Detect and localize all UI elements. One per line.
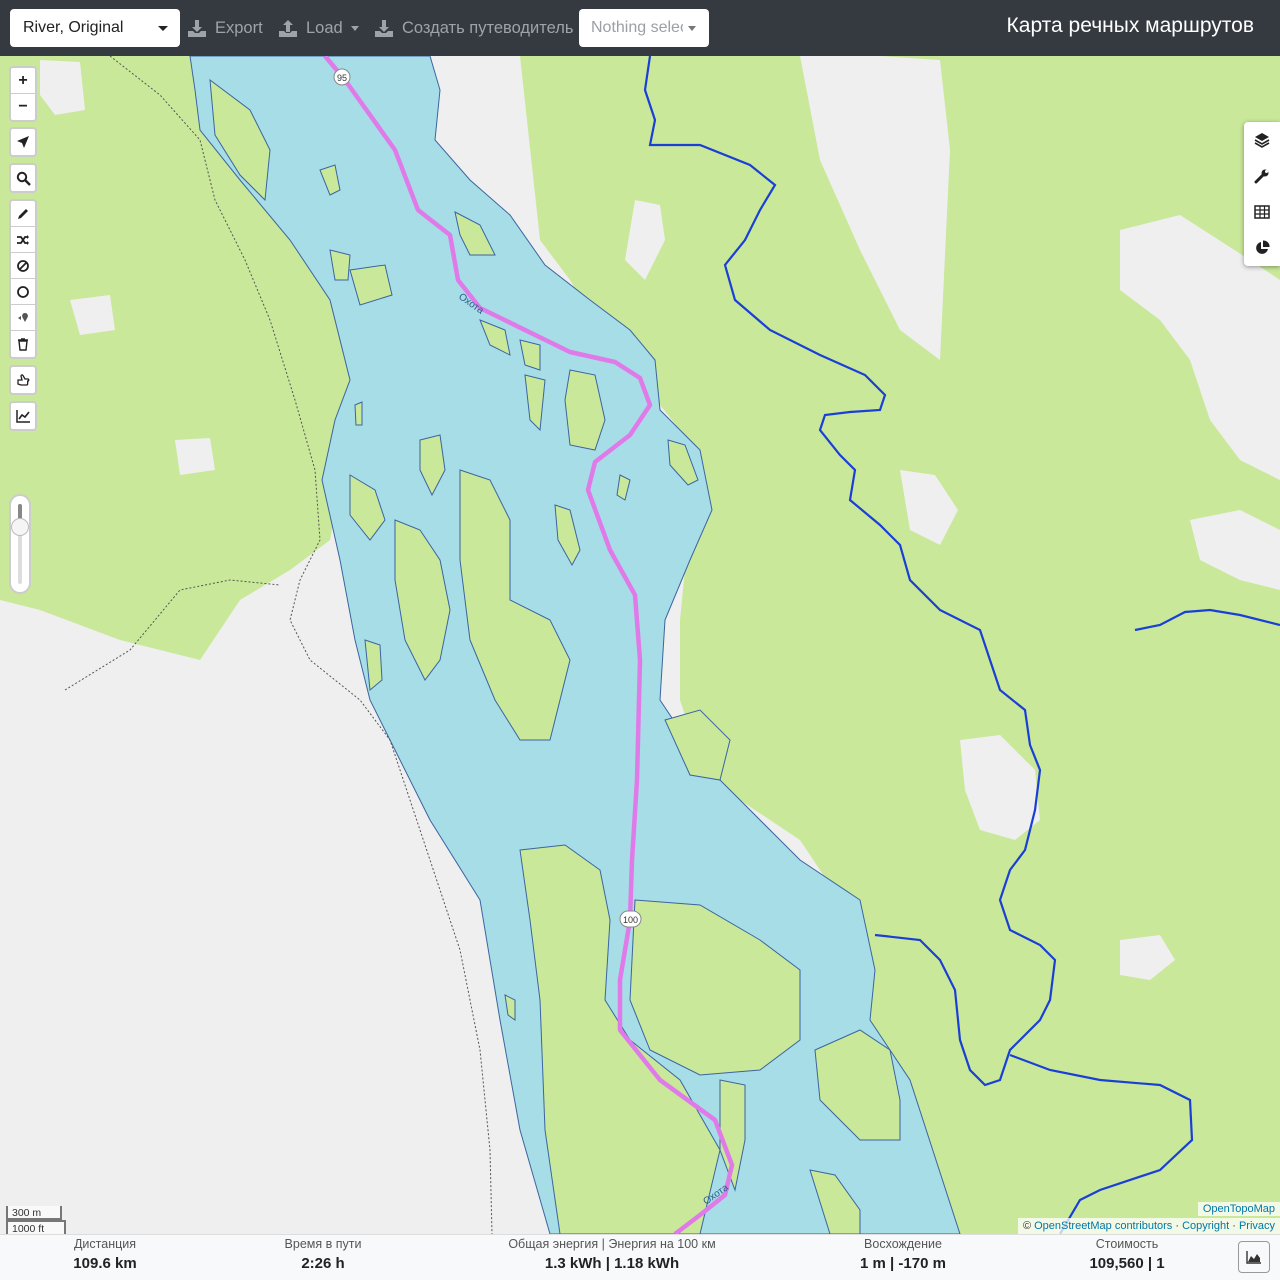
stat-distance: Дистанция 109.6 km xyxy=(55,1237,155,1272)
download-icon xyxy=(375,20,393,37)
top-navbar: River, Original Export Load Создать путе… xyxy=(0,0,1280,56)
chevron-down-icon xyxy=(158,26,168,31)
load-button[interactable]: Load xyxy=(278,12,359,44)
elevation-chart-toggle[interactable] xyxy=(1238,1241,1270,1273)
map-attribution: © OpenStreetMap contributors · Copyright… xyxy=(1017,1218,1280,1234)
stat-label: Время в пути xyxy=(284,1237,362,1251)
svg-text:100: 100 xyxy=(623,915,638,925)
scale-imperial: 1000 ft xyxy=(6,1220,66,1234)
stat-label: Стоимость xyxy=(1095,1237,1159,1251)
opacity-slider[interactable] xyxy=(9,494,31,594)
km-marker-95: 95 xyxy=(333,68,351,86)
stat-cost: Стоимость 109,560 | 1 xyxy=(1067,1237,1187,1272)
create-guide-label: Создать путеводитель xyxy=(402,18,574,37)
stat-value: 1.3 kWh | 1.18 kWh xyxy=(544,1255,680,1272)
slider-handle[interactable] xyxy=(11,518,29,536)
attrib-separator: · xyxy=(1172,1220,1183,1232)
download-icon xyxy=(188,20,206,37)
zoom-out-button[interactable]: − xyxy=(11,94,35,120)
elevation-control xyxy=(9,401,37,431)
right-sidebar-controls xyxy=(1244,122,1280,266)
route-select[interactable]: Nothing selected xyxy=(579,9,709,47)
stat-value: 109.6 km xyxy=(73,1255,137,1272)
search-control xyxy=(9,163,37,193)
pie-chart-icon xyxy=(1256,240,1270,254)
layers-icon xyxy=(1254,133,1270,148)
elevation-button[interactable] xyxy=(11,403,35,429)
upload-icon xyxy=(279,20,297,37)
hand-control xyxy=(9,365,37,395)
circle-icon xyxy=(17,285,29,298)
layer-attribution[interactable]: OpenTopoMap xyxy=(1197,1202,1280,1216)
shuffle-icon xyxy=(17,234,29,245)
export-button[interactable]: Export xyxy=(187,12,263,44)
stat-value: 2:26 h xyxy=(301,1255,345,1272)
draw-route-button[interactable] xyxy=(11,201,35,227)
profile-select-value: River, Original xyxy=(23,19,124,36)
settings-button[interactable] xyxy=(1244,158,1280,194)
pencil-icon xyxy=(18,208,28,219)
create-guide-button[interactable]: Создать путеводитель xyxy=(374,12,574,44)
stat-value: 109,560 | 1 xyxy=(1089,1255,1165,1272)
search-button[interactable] xyxy=(11,165,35,191)
stat-energy: Общая энергия | Энергия на 100 км 1.3 kW… xyxy=(482,1237,742,1272)
trash-icon xyxy=(18,338,28,351)
reverse-route-button[interactable] xyxy=(11,227,35,253)
wrench-icon xyxy=(1254,169,1269,184)
area-chart-icon xyxy=(1246,1251,1261,1264)
chevron-down-icon xyxy=(688,26,696,31)
copyright-symbol: © xyxy=(1022,1220,1032,1232)
table-icon xyxy=(1254,205,1270,219)
attrib-separator: · xyxy=(1229,1220,1239,1232)
location-arrow-icon xyxy=(17,136,29,148)
zoom-in-button[interactable]: + xyxy=(11,68,35,94)
poi-button[interactable] xyxy=(11,305,35,331)
privacy-link[interactable]: Privacy xyxy=(1239,1220,1275,1232)
search-icon xyxy=(16,171,31,186)
svg-text:95: 95 xyxy=(337,73,347,83)
scale-bar: 300 m 1000 ft xyxy=(6,1206,66,1234)
locate-button[interactable] xyxy=(11,129,35,155)
no-go-button[interactable] xyxy=(11,253,35,279)
circle-button[interactable] xyxy=(11,279,35,305)
zoom-control: + − xyxy=(9,66,37,122)
osm-link[interactable]: OpenStreetMap contributors xyxy=(1034,1220,1172,1232)
map-view[interactable]: 95 100 Охота Охота + − 300 m 1000 ft Ope… xyxy=(0,56,1280,1234)
scale-metric: 300 m xyxy=(6,1206,62,1220)
app-title: Карта речных маршрутов xyxy=(1006,14,1254,37)
stat-label: Дистанция xyxy=(73,1237,137,1251)
locate-control xyxy=(9,127,37,157)
analysis-button[interactable] xyxy=(1244,230,1280,266)
hand-button[interactable] xyxy=(11,367,35,393)
draw-toolbar xyxy=(9,199,37,359)
chevron-down-icon xyxy=(350,25,359,31)
delete-route-button[interactable] xyxy=(11,331,35,357)
stat-ascent: Восхождение 1 m | -170 m xyxy=(838,1237,968,1272)
stat-label: Восхождение xyxy=(864,1237,942,1251)
table-button[interactable] xyxy=(1244,194,1280,230)
profile-select[interactable]: River, Original xyxy=(10,9,180,47)
hand-point-icon xyxy=(17,374,30,386)
map-marker-icon xyxy=(18,312,28,322)
map-canvas[interactable]: 95 100 Охота Охота xyxy=(0,56,1280,1234)
stat-value: 1 m | -170 m xyxy=(860,1255,946,1272)
copyright-link[interactable]: Copyright xyxy=(1182,1220,1229,1232)
clearing xyxy=(175,438,215,475)
app-root: River, Original Export Load Создать путе… xyxy=(0,0,1280,1280)
route-stats-bar: Дистанция 109.6 km Время в пути 2:26 h О… xyxy=(0,1234,1280,1280)
route-select-value: Nothing selected xyxy=(591,19,683,36)
layers-button[interactable] xyxy=(1244,122,1280,158)
export-label: Export xyxy=(215,18,263,37)
stat-time: Время в пути 2:26 h xyxy=(268,1237,378,1272)
km-marker-100: 100 xyxy=(619,910,642,928)
ban-icon xyxy=(17,259,29,272)
stat-label: Общая энергия | Энергия на 100 км xyxy=(508,1237,716,1251)
line-chart-icon xyxy=(15,410,30,423)
load-label: Load xyxy=(306,18,343,37)
